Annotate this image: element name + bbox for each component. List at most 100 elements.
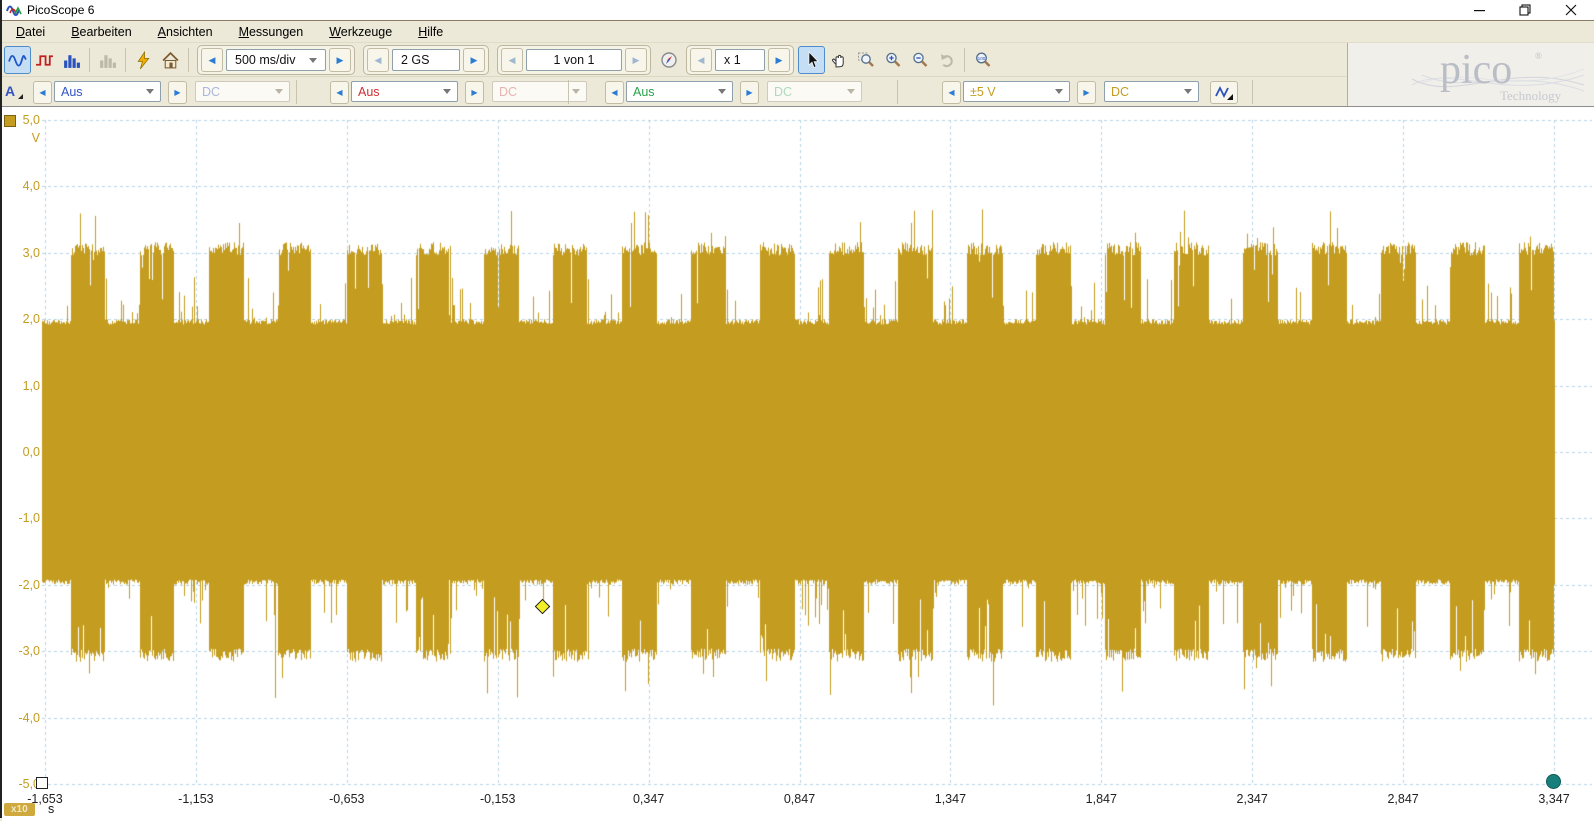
undo-icon [938,51,956,69]
main-toolbar: ◀ 500 ms/div ▶ ◀ 2 GS ▶ ◀ 1 von 1 ▶ [2,43,1347,76]
timebase-increase-button[interactable]: ▶ [329,48,351,72]
zoom-increase-button[interactable]: ▶ [768,48,790,72]
channel-d-coupling-select[interactable]: DC [1104,81,1199,102]
waveform-plot[interactable] [2,107,1594,821]
page-next-button[interactable]: ▶ [625,48,647,72]
timebase-decrease-button[interactable]: ◀ [201,48,223,72]
channel-a-range-decrease-button[interactable]: ◀ [33,81,52,104]
x-axis-tick-label: 0,347 [617,792,681,806]
timebase-value: 500 ms/div [235,53,295,67]
close-icon [1565,4,1577,16]
page-previous-button[interactable]: ◀ [501,48,523,72]
undo-zoom-button [933,46,960,74]
scroll-position-marker[interactable] [1546,774,1561,789]
menu-item-datei[interactable]: Datei [16,25,45,39]
channel-a-menu-button[interactable]: A [5,81,19,101]
zoom-decrease-button[interactable]: ◀ [690,48,712,72]
home-settings-button[interactable] [157,46,184,74]
zoom-selection-tool-button[interactable] [852,46,879,74]
chevron-down-icon [572,89,580,94]
channel-options-waveform-button[interactable] [1210,81,1238,104]
channel-d-range-decrease-button[interactable]: ◀ [942,81,961,104]
channel-a-range-increase-button[interactable]: ▶ [168,81,187,104]
channel-d-range-select[interactable]: ±5 V [963,81,1070,102]
toolbar-separator [89,48,90,72]
samples-increase-button[interactable]: ▶ [463,48,485,72]
menu-item-bearbeiten[interactable]: Bearbeiten [71,25,131,39]
zoom-in-tool-button[interactable] [879,46,906,74]
channel-b-range-increase-button[interactable]: ▶ [465,81,484,104]
chevron-down-icon [146,89,154,94]
channel-b-range-decrease-button[interactable]: ◀ [330,81,349,104]
samples-input[interactable]: 2 GS [392,49,460,71]
picoscope-window: { "window": { "title": "PicoScope 6" }, … [0,0,1594,818]
timebase-select[interactable]: 500 ms/div [226,49,326,71]
logo-name: pico [1440,47,1512,93]
title-bar: PicoScope 6 [2,0,1594,21]
y-axis-tick-label: 5,0 [4,113,40,127]
samples-decrease-button[interactable]: ◀ [367,48,389,72]
channel-c-coupling-value: DC [774,85,792,99]
channel-c-range-decrease-button[interactable]: ◀ [605,81,624,104]
menu-bar: Datei Bearbeiten Ansichten Messungen Werkzeu… [2,21,1594,43]
channel-b-coupling-select: DC [492,81,587,102]
zoom-out-tool-button[interactable] [906,46,933,74]
normal-selection-tool-button[interactable] [798,46,825,74]
y-axis-tick-label: 4,0 [4,179,40,193]
square-wave-icon [35,51,54,70]
channel-toolbar: A◀Aus▶DCB◀Aus▶DCC◀Aus▶DCD◀±5 V▶DC [2,76,1347,107]
channel-a-coupling-select: DC [195,81,290,102]
x-axis-tick-label: 3,347 [1522,792,1586,806]
minimize-button[interactable] [1456,0,1502,20]
page-group: ◀ 1 von 1 ▶ [497,45,651,75]
scope-view: V 5,04,03,02,01,00,0-1,0-2,0-3,0-4,0-5,0… [2,106,1594,820]
toolbar-separator [897,80,898,104]
channel-c-coupling-select: DC [767,81,862,102]
x-axis-tick-label: -0,653 [315,792,379,806]
axis-origin-handle[interactable] [36,777,48,789]
x-axis-tick-label: 2,347 [1220,792,1284,806]
hand-icon [830,51,848,69]
samples-group: ◀ 2 GS ▶ [363,45,489,75]
axis-multiplier-badge: x10 [4,803,35,816]
persistence-view-button[interactable] [31,46,58,74]
toolbar-separator [125,48,126,72]
chevron-down-icon [275,89,283,94]
measurements-compass-button[interactable] [655,46,682,74]
auto-setup-button[interactable] [130,46,157,74]
chevron-down-icon [1184,89,1192,94]
zoom-100-label: 100 [977,56,985,61]
channel-d-coupling-value: DC [1111,85,1129,99]
y-axis-tick-label: 2,0 [4,312,40,326]
hand-pan-tool-button[interactable] [825,46,852,74]
zoom-100-button[interactable]: 100 [969,46,996,74]
spectrum-view-button[interactable] [58,46,85,74]
chevron-down-icon [718,89,726,94]
menu-item-messungen[interactable]: Messungen [239,25,304,39]
lightning-icon [134,51,153,70]
channel-c-range-select[interactable]: Aus [626,81,733,102]
marquee-zoom-icon [857,51,875,69]
x-axis-tick-label: 1,347 [918,792,982,806]
channel-a-range-select[interactable]: Aus [54,81,161,102]
cursor-arrow-icon [803,51,821,69]
channel-c-range-value: Aus [633,85,655,99]
toolbar-separator [568,80,569,104]
scope-view-button[interactable] [4,46,31,74]
menu-item-ansichten[interactable]: Ansichten [158,25,213,39]
y-axis-tick-label: 3,0 [4,246,40,260]
x-axis-tick-label: -1,153 [164,792,228,806]
channel-c-range-increase-button[interactable]: ▶ [740,81,759,104]
channel-d-range-increase-button[interactable]: ▶ [1077,81,1096,104]
menu-item-werkzeuge[interactable]: Werkzeuge [329,25,392,39]
toolbar-separator [296,80,297,104]
channel-a-range-value: Aus [61,85,83,99]
channel-b-range-select[interactable]: Aus [351,81,458,102]
menu-item-hilfe[interactable]: Hilfe [418,25,443,39]
close-button[interactable] [1548,0,1594,20]
zoom-factor-input[interactable]: x 1 [715,49,765,71]
toolbar-separator [188,48,189,72]
channel-b-range-value: Aus [358,85,380,99]
restore-button[interactable] [1502,0,1548,20]
page-value: 1 von 1 [553,53,594,67]
